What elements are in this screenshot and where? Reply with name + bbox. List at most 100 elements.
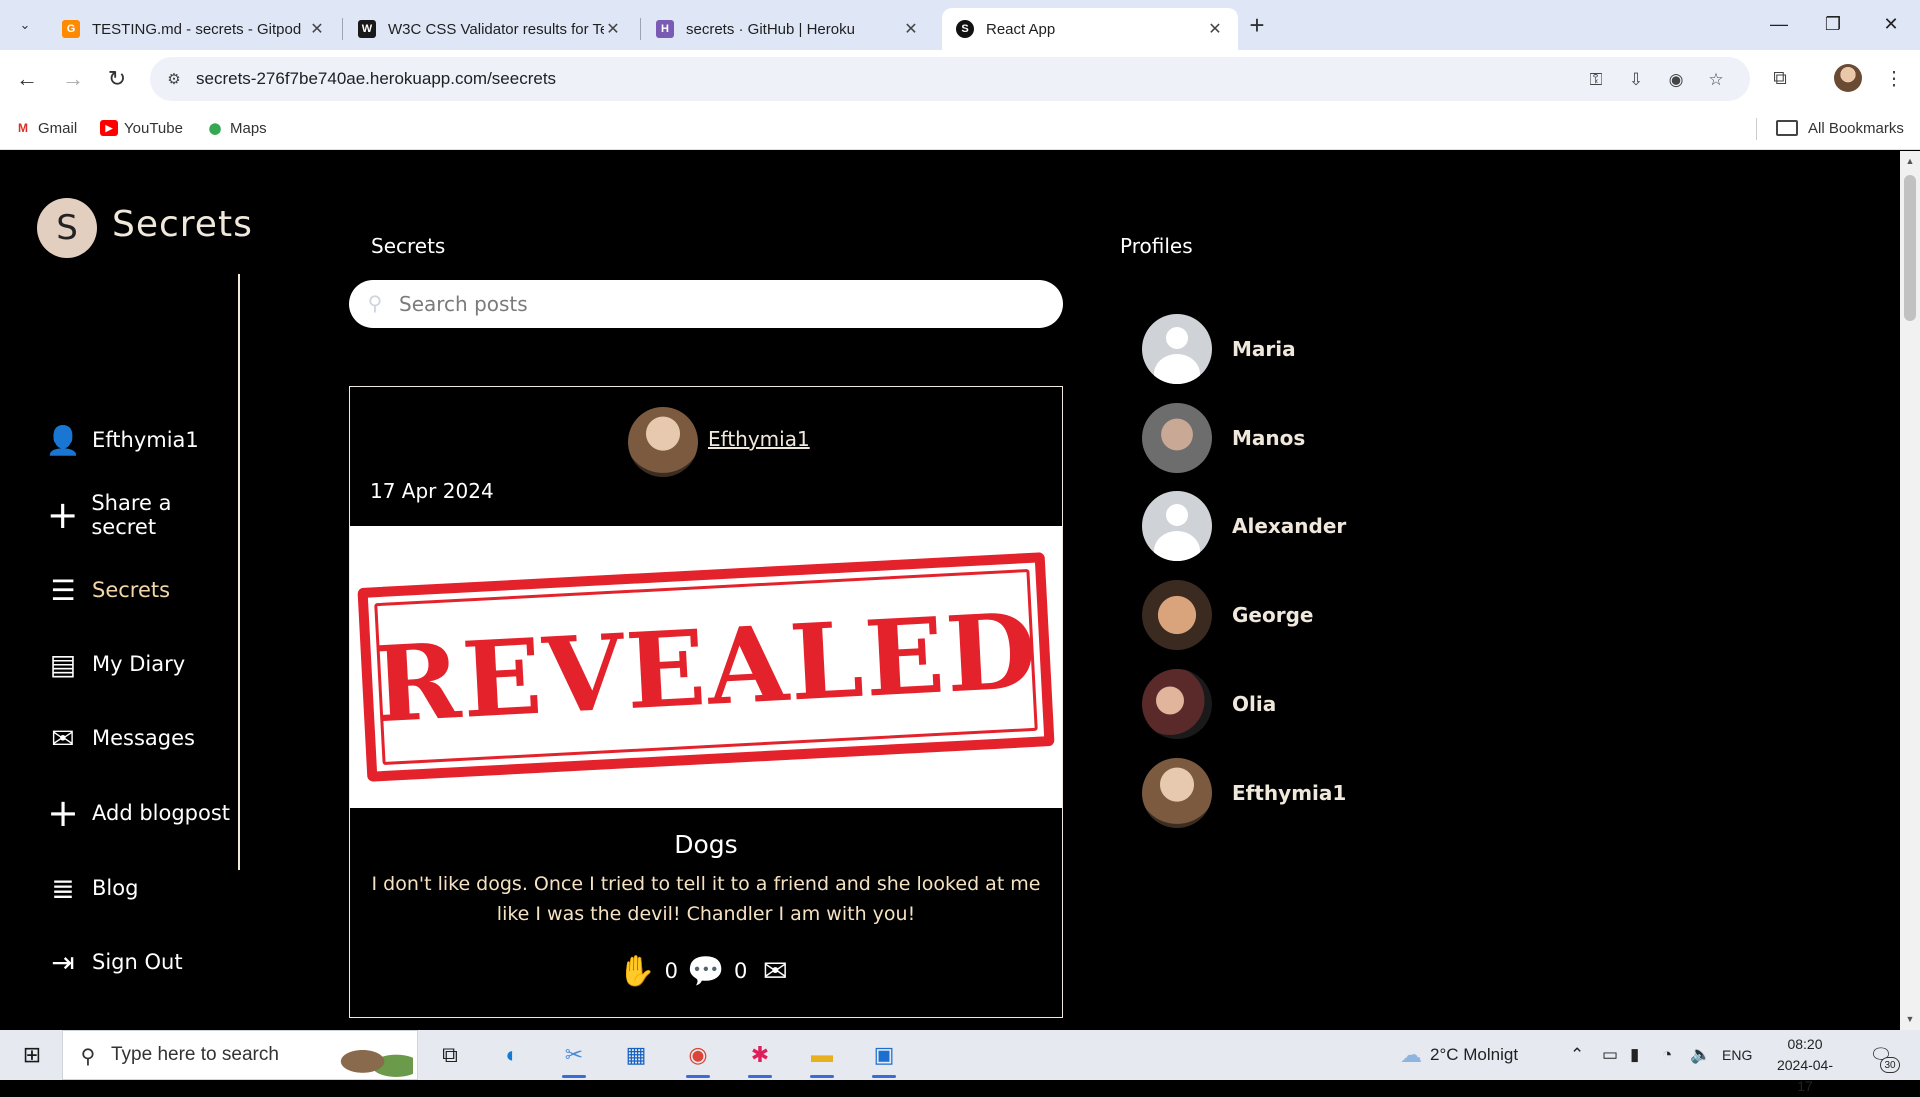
edge-icon[interactable]: ◐ <box>488 1036 536 1074</box>
remote-app-icon[interactable]: ▣ <box>860 1036 908 1078</box>
profile-avatar[interactable] <box>1834 64 1862 92</box>
weather-widget[interactable]: ☁ 2°C Molnigt <box>1400 1042 1518 1068</box>
taskbar-clock[interactable]: 08:20 2024-04-17 <box>1770 1034 1840 1097</box>
profile-item-maria[interactable]: Maria <box>1142 314 1296 384</box>
sidebar-item-blog[interactable]: ≣ Blog <box>46 866 138 910</box>
sidebar-item-my-diary[interactable]: ▤ My Diary <box>46 642 185 686</box>
post-author-link[interactable]: Efthymia1 <box>708 427 810 451</box>
bookmark-gmail[interactable]: M Gmail <box>14 116 77 140</box>
profile-item-olia[interactable]: Olia <box>1142 669 1276 739</box>
site-info-tune-icon[interactable]: ⚙ <box>164 69 184 89</box>
tab-gitpod[interactable]: G TESTING.md - secrets - Gitpod ✕ <box>48 8 340 50</box>
url-text[interactable]: secrets-276f7be740ae.herokuapp.com/seecr… <box>196 69 556 89</box>
profile-name[interactable]: George <box>1232 603 1313 627</box>
close-tab-icon[interactable]: ✕ <box>604 20 622 38</box>
post-image[interactable]: REVEALED <box>350 526 1062 808</box>
sidebar-item-sign-out[interactable]: ⇥ Sign Out <box>46 940 182 984</box>
taskbar-search-box[interactable]: ⚲ Type here to search <box>62 1030 418 1080</box>
gitpod-favicon-icon: G <box>62 20 80 38</box>
tray-chevron-icon[interactable]: ⌃ <box>1570 1042 1584 1068</box>
slack-icon[interactable]: ✱ <box>736 1036 784 1078</box>
profile-item-george[interactable]: George <box>1142 580 1313 650</box>
tab-w3c-validator[interactable]: W W3C CSS Validator results for Te ✕ <box>344 8 636 50</box>
profile-name[interactable]: Olia <box>1232 692 1276 716</box>
scroll-up-arrow-icon[interactable]: ▲ <box>1904 155 1916 167</box>
reload-icon[interactable]: ↻ <box>100 62 134 96</box>
sidebar-item-messages[interactable]: ✉ Messages <box>46 716 195 760</box>
brand-name[interactable]: Secrets <box>112 204 253 245</box>
tab-search-chevron-icon[interactable]: ⌄ <box>12 12 38 38</box>
profile-name[interactable]: Manos <box>1232 426 1305 450</box>
sidebar-item-label: Blog <box>92 876 139 900</box>
message-envelope-icon[interactable]: ✉ <box>757 954 793 989</box>
sidebar-item-label: Messages <box>92 726 195 750</box>
sidebar-item-label: My Diary <box>92 652 186 676</box>
new-tab-plus-icon[interactable]: + <box>1242 10 1272 40</box>
restore-icon[interactable]: ❐ <box>1810 8 1856 40</box>
profile-name[interactable]: Alexander <box>1232 514 1346 538</box>
tab-react-app[interactable]: S React App ✕ <box>942 8 1238 50</box>
bookmark-label: YouTube <box>124 119 183 137</box>
language-indicator[interactable]: ENG <box>1722 1042 1752 1068</box>
snipping-tool-icon[interactable]: ✂ <box>550 1036 598 1078</box>
network-icon[interactable]: ◔ <box>1662 1042 1672 1068</box>
bookmark-maps[interactable]: ⬤ Maps <box>206 116 267 140</box>
minimize-icon[interactable]: — <box>1756 8 1802 40</box>
post-title: Dogs <box>674 830 738 859</box>
brand-logo[interactable]: S <box>37 198 97 258</box>
bookmark-youtube[interactable]: ▶ YouTube <box>100 116 183 140</box>
menu-kebab-icon[interactable]: ⋮ <box>1878 63 1910 95</box>
gmail-icon: M <box>18 121 28 135</box>
password-key-icon[interactable]: ⚿ <box>1584 68 1608 92</box>
bookmark-star-icon[interactable]: ☆ <box>1704 68 1728 92</box>
volume-icon[interactable]: 🔈 <box>1690 1042 1711 1068</box>
back-arrow-icon[interactable]: ← <box>10 62 44 96</box>
close-tab-icon[interactable]: ✕ <box>902 20 920 38</box>
profile-avatar-photo[interactable] <box>1142 580 1212 650</box>
sidebar-item-label: Share a secret <box>91 491 172 539</box>
scrollbar-thumb[interactable] <box>1904 175 1916 321</box>
task-view-icon[interactable]: ⧉ <box>426 1036 474 1074</box>
battery-icon[interactable]: ▮ <box>1630 1042 1639 1068</box>
tab-heroku[interactable]: H secrets · GitHub | Heroku ✕ <box>642 8 934 50</box>
page-scrollbar[interactable]: ▲ ▼ <box>1900 151 1920 1030</box>
post-author-avatar[interactable] <box>628 407 698 477</box>
windows-start-icon[interactable]: ⊞ <box>12 1040 52 1070</box>
meet-now-icon[interactable]: ▭ <box>1602 1042 1618 1068</box>
profile-avatar-default[interactable] <box>1142 314 1212 384</box>
file-explorer-icon[interactable]: ▬ <box>798 1036 846 1078</box>
sidebar-item-profile[interactable]: 👤 Efthymia1 <box>46 418 199 462</box>
address-bar[interactable]: ⚙ secrets-276f7be740ae.herokuapp.com/see… <box>150 57 1750 101</box>
support-hands-icon[interactable]: ✋ <box>618 954 655 989</box>
microsoft-store-icon[interactable]: ▦ <box>612 1036 660 1074</box>
profile-avatar-photo[interactable] <box>1142 758 1212 828</box>
profile-item-efthymia1[interactable]: Efthymia1 <box>1142 758 1346 828</box>
close-tab-icon[interactable]: ✕ <box>308 20 326 38</box>
cloud-icon: ☁ <box>1400 1042 1422 1067</box>
sidebar-item-share-secret[interactable]: + Share a secret <box>46 491 240 539</box>
all-bookmarks-button[interactable]: All Bookmarks <box>1776 116 1904 140</box>
extensions-puzzle-icon[interactable]: ⧉ <box>1764 63 1796 95</box>
scroll-down-arrow-icon[interactable]: ▼ <box>1904 1013 1916 1025</box>
profile-name[interactable]: Maria <box>1232 337 1296 361</box>
profile-avatar-photo[interactable] <box>1142 403 1212 473</box>
close-window-icon[interactable]: ✕ <box>1868 8 1914 40</box>
profile-name[interactable]: Efthymia1 <box>1232 781 1346 805</box>
profile-avatar-photo[interactable] <box>1142 669 1212 739</box>
bookmarks-separator <box>1756 118 1757 140</box>
secrets-heading: Secrets <box>371 234 446 258</box>
support-count: 0 <box>664 959 678 983</box>
eye-icon[interactable]: ◉ <box>1664 68 1688 92</box>
sidebar-item-secrets[interactable]: ☰ Secrets <box>46 568 170 612</box>
profile-item-manos[interactable]: Manos <box>1142 403 1305 473</box>
profile-avatar-default[interactable] <box>1142 491 1212 561</box>
search-posts-input[interactable] <box>399 280 1039 328</box>
comments-icon[interactable]: 💬 <box>687 954 724 989</box>
chrome-icon[interactable]: ◉ <box>674 1036 722 1078</box>
install-app-icon[interactable]: ⇩ <box>1624 68 1648 92</box>
search-posts-box[interactable]: ⚲ <box>349 280 1063 328</box>
sidebar-item-add-blogpost[interactable]: + Add blogpost <box>46 791 230 835</box>
close-tab-icon[interactable]: ✕ <box>1206 20 1224 38</box>
profile-item-alexander[interactable]: Alexander <box>1142 491 1346 561</box>
forward-arrow-icon[interactable]: → <box>56 62 90 96</box>
